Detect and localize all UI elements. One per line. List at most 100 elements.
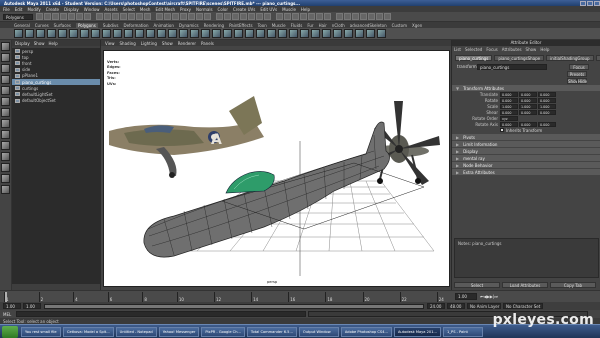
attribute-value-field[interactable]: 0.000: [500, 121, 518, 127]
toolbox-tool-icon[interactable]: [1, 152, 10, 161]
playback-start-field[interactable]: 1.00: [23, 303, 41, 309]
toolbar-tool-icon[interactable]: [68, 13, 75, 20]
section-node-behavior[interactable]: ▶ Node Behavior: [452, 162, 600, 168]
toolbar-tool-icon[interactable]: [232, 13, 239, 20]
toolbar-tool-icon[interactable]: [300, 13, 307, 20]
presets-button[interactable]: Presets: [567, 70, 587, 77]
node-tab-lambert1[interactable]: lambert1: [595, 54, 600, 61]
shelf-tab-fur[interactable]: Fur: [307, 23, 313, 28]
focus-button[interactable]: Focus: [569, 63, 589, 70]
section-mental-ray[interactable]: ▶ mental ray: [452, 155, 600, 161]
taskbar-item[interactable]: Autodesk Maya 201...: [393, 326, 441, 337]
shelf-tool-icon[interactable]: [278, 29, 287, 38]
toolbar-tool-icon[interactable]: [360, 13, 367, 20]
go-end-icon[interactable]: ⏭: [494, 294, 498, 299]
anim-layer-field[interactable]: No Anim Layer: [467, 303, 501, 309]
menu-create-uvs[interactable]: Create UVs: [233, 7, 255, 12]
attribute-value-field[interactable]: 0.000: [500, 97, 518, 103]
shelf-tab-subdivs[interactable]: Subdivs: [103, 23, 119, 28]
toolbar-tool-icon[interactable]: [52, 13, 59, 20]
shelf-tool-icon[interactable]: [25, 29, 34, 38]
shelf-tool-icon[interactable]: [47, 29, 56, 38]
toolbar-tool-icon[interactable]: [120, 13, 127, 20]
toolbar-tool-icon[interactable]: [344, 13, 351, 20]
attribute-value-field[interactable]: 0.000: [500, 91, 518, 97]
shelf-tab-painteffects[interactable]: PaintEffects: [229, 23, 253, 28]
menu-muscle[interactable]: Muscle: [282, 7, 296, 12]
shelf-tool-icon[interactable]: [245, 29, 254, 38]
taskbar-item[interactable]: 1_PS - Paint: [442, 326, 483, 337]
shelf-tab-animation[interactable]: Animation: [154, 23, 174, 28]
mode-select[interactable]: Polygons: [3, 13, 33, 20]
shelf-tool-icon[interactable]: [322, 29, 331, 38]
shelf-tool-icon[interactable]: [146, 29, 155, 38]
shelf-tool-icon[interactable]: [168, 29, 177, 38]
taskbar-item[interactable]: Output Window: [298, 326, 339, 337]
ae-menu-list[interactable]: List: [454, 47, 461, 52]
toolbox-tool-icon[interactable]: [1, 86, 10, 95]
toolbox-tool-icon[interactable]: [1, 42, 10, 51]
shelf-tab-dynamics[interactable]: Dynamics: [179, 23, 199, 28]
menu-color[interactable]: Color: [218, 7, 228, 12]
shelf-tool-icon[interactable]: [366, 29, 375, 38]
shelf-tab-ncloth[interactable]: nCloth: [332, 23, 345, 28]
show-button[interactable]: Show: [567, 77, 579, 84]
ae-menu-help[interactable]: Help: [540, 47, 549, 52]
toolbar-tool-icon[interactable]: [368, 13, 375, 20]
toolbar-tool-icon[interactable]: [204, 13, 211, 20]
toolbar-tool-icon[interactable]: [60, 13, 67, 20]
section-limit-information[interactable]: ▶ Limit Information: [452, 141, 600, 147]
shelf-tool-icon[interactable]: [80, 29, 89, 38]
shelf-tool-icon[interactable]: [14, 29, 23, 38]
start-button[interactable]: [2, 325, 18, 338]
minimize-button[interactable]: [580, 0, 586, 6]
toolbox-tool-icon[interactable]: [1, 75, 10, 84]
menu-display[interactable]: Display: [64, 7, 79, 12]
toolbar-tool-icon[interactable]: [76, 13, 83, 20]
menu-assets[interactable]: Assets: [105, 7, 118, 12]
shelf-tool-icon[interactable]: [69, 29, 78, 38]
attribute-value-field[interactable]: 0.000: [519, 121, 537, 127]
menu-edit-uvs[interactable]: Edit UVs: [260, 7, 277, 12]
outliner-item[interactable]: defaultObjectSet: [12, 98, 100, 104]
shelf-tool-icon[interactable]: [91, 29, 100, 38]
viewport-menu-shading[interactable]: Shading: [120, 41, 136, 46]
copy-tab-button[interactable]: Copy Tab: [550, 281, 596, 288]
taskbar-item[interactable]: Untitled - Notepad: [115, 326, 157, 337]
toolbar-tool-icon[interactable]: [128, 13, 135, 20]
menu-file[interactable]: File: [3, 7, 10, 12]
section-display[interactable]: ▶ Display: [452, 148, 600, 154]
shelf-tool-icon[interactable]: [212, 29, 221, 38]
node-tab-piano-curtings[interactable]: piano_curtings: [455, 54, 493, 61]
shelf-tool-icon[interactable]: [135, 29, 144, 38]
inherits-transform-checkbox[interactable]: [500, 128, 504, 132]
menu-mesh[interactable]: Mesh: [140, 7, 151, 12]
toolbox-tool-icon[interactable]: [1, 97, 10, 106]
toolbar-tool-icon[interactable]: [96, 13, 103, 20]
toolbar-tool-icon[interactable]: [104, 13, 111, 20]
shelf-tab-muscle[interactable]: Muscle: [272, 23, 286, 28]
outliner-menu-show[interactable]: Show: [34, 41, 45, 46]
hide-button[interactable]: Hide: [577, 77, 587, 84]
shelf-tool-icon[interactable]: [311, 29, 320, 38]
taskbar-item[interactable]: Adobe Photoshop CS4...: [340, 326, 392, 337]
viewport-menu-view[interactable]: View: [105, 41, 115, 46]
viewport-menu-panels[interactable]: Panels: [201, 41, 214, 46]
shelf-tab-deformation[interactable]: Deformation: [124, 23, 149, 28]
shelf-tab-curves[interactable]: Curves: [35, 23, 49, 28]
attribute-value-field[interactable]: xyz: [500, 115, 518, 121]
shelf-tab-hair[interactable]: Hair: [319, 23, 327, 28]
attribute-value-field[interactable]: 1.000: [500, 103, 518, 109]
transform-name-field[interactable]: piano_curtings: [477, 63, 547, 70]
command-input[interactable]: [16, 311, 306, 317]
shelf-tool-icon[interactable]: [344, 29, 353, 38]
shelf-tool-icon[interactable]: [223, 29, 232, 38]
toolbar-tool-icon[interactable]: [112, 13, 119, 20]
toolbar-tool-icon[interactable]: [188, 13, 195, 20]
shelf-tab-fluids[interactable]: Fluids: [291, 23, 303, 28]
taskbar-item[interactable]: Yahoo! Messenger: [158, 326, 200, 337]
shelf-tab-surfaces[interactable]: Surfaces: [54, 23, 71, 28]
toolbox-tool-icon[interactable]: [1, 119, 10, 128]
maximize-button[interactable]: [587, 0, 593, 6]
current-frame-field[interactable]: 1.00: [455, 293, 477, 300]
